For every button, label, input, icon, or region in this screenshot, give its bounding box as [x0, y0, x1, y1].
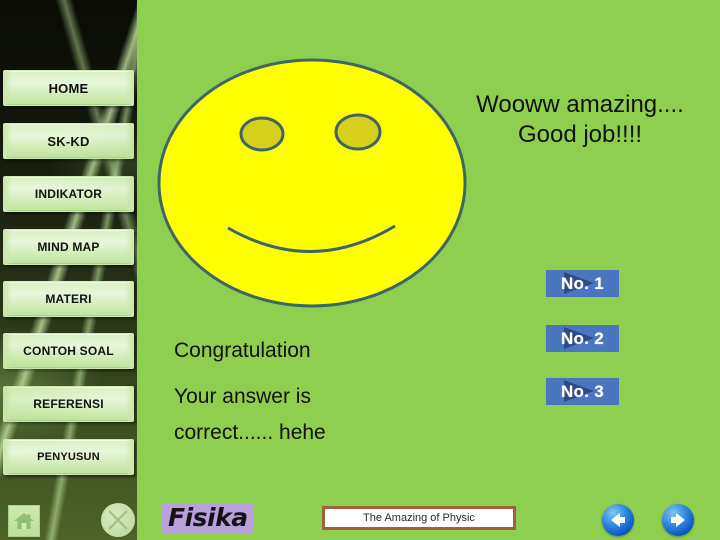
question-button-label: No. 3	[560, 381, 605, 401]
sidebar-item-label: MIND MAP	[37, 240, 100, 254]
message-line-1: Congratulation	[174, 339, 311, 362]
close-icon	[108, 510, 128, 530]
previous-slide-button[interactable]	[602, 504, 634, 536]
caption-text: The Amazing of Physic	[363, 512, 475, 524]
smiley-face-icon	[157, 58, 467, 308]
sidebar-item-indikator[interactable]: INDIKATOR	[3, 176, 134, 212]
close-circle-icon-button[interactable]	[101, 503, 135, 537]
sidebar-item-penyusun[interactable]: PENYUSUN	[3, 439, 134, 475]
message-line-2: Your answer is	[174, 385, 311, 408]
sidebar-item-referensi[interactable]: REFERENSI	[3, 386, 134, 422]
question-button-2[interactable]: No. 2	[546, 325, 619, 352]
question-button-3[interactable]: No. 3	[546, 378, 619, 405]
next-slide-button[interactable]	[662, 504, 694, 536]
question-button-1[interactable]: No. 1	[546, 270, 619, 297]
home-icon	[14, 513, 34, 529]
sidebar-item-mind-map[interactable]: MIND MAP	[3, 229, 134, 265]
home-icon-button[interactable]	[8, 505, 40, 537]
sidebar-item-contoh-soal[interactable]: CONTOH SOAL	[3, 333, 134, 369]
question-button-label: No. 2	[560, 328, 605, 348]
headline-text: Wooww amazing.... Good job!!!!	[452, 90, 708, 150]
sidebar-item-sk-kd[interactable]: SK-KD	[3, 123, 134, 159]
sidebar-item-label: CONTOH SOAL	[23, 344, 114, 358]
sidebar-item-label: MATERI	[45, 292, 92, 306]
headline-line-1: Wooww amazing....	[476, 91, 684, 118]
sidebar-item-label: INDIKATOR	[34, 187, 103, 201]
sidebar-item-label: HOME	[48, 80, 89, 96]
message-line-3: correct...... hehe	[174, 421, 326, 444]
sidebar-item-home[interactable]: HOME	[3, 70, 134, 106]
caption-box: The Amazing of Physic	[322, 506, 516, 530]
sidebar: HOME SK-KD INDIKATOR MIND MAP MATERI CON…	[0, 0, 137, 540]
sidebar-item-label: SK-KD	[47, 133, 90, 149]
question-button-label: No. 1	[560, 273, 605, 293]
feedback-message: Congratulation Your answer is correct...…	[174, 333, 434, 451]
arrow-right-icon	[671, 513, 685, 527]
headline-line-2: Good job!!!!	[517, 121, 643, 148]
arrow-left-icon	[611, 513, 625, 527]
fisika-logo: Fisika	[162, 504, 254, 534]
sidebar-item-label: REFERENSI	[33, 397, 104, 411]
slide-canvas: HOME SK-KD INDIKATOR MIND MAP MATERI CON…	[0, 0, 720, 540]
sidebar-item-materi[interactable]: MATERI	[3, 281, 134, 317]
sidebar-item-label: PENYUSUN	[37, 451, 100, 463]
